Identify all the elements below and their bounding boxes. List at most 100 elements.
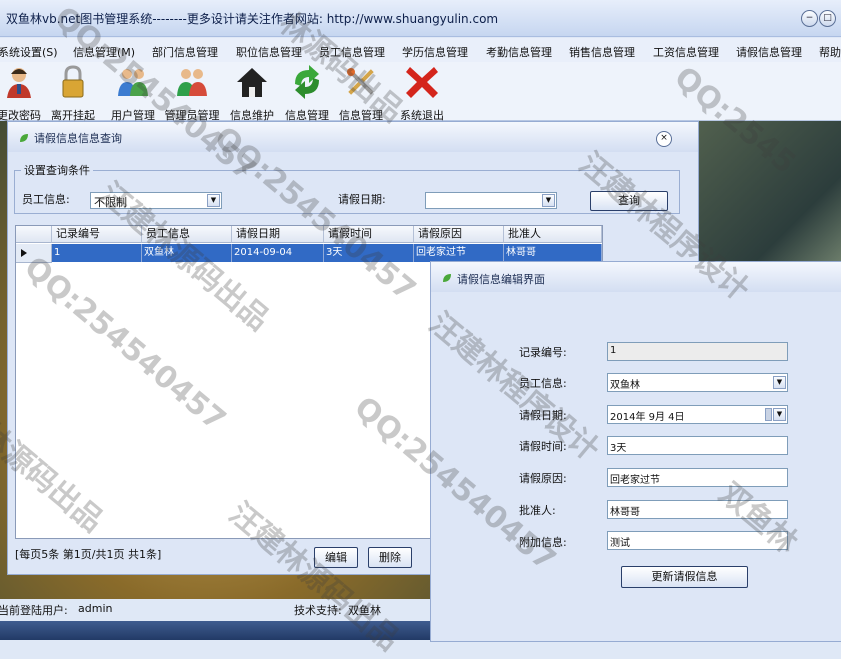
employee-value: 双鱼林: [610, 380, 640, 391]
leave-edit-window: 请假信息编辑界面 记录编号: 1 员工信息: 双鱼林 ▼ 请假日期: 2014年…: [430, 261, 841, 642]
extra-info-label: 附加信息:: [519, 536, 567, 549]
row-selector[interactable]: [16, 244, 52, 263]
current-user-label: 当前登陆用户:: [0, 604, 68, 617]
info-management-button-1[interactable]: 信息管理: [283, 64, 331, 123]
leave-date-filter-label: 请假日期:: [338, 193, 386, 206]
employee-filter-label: 员工信息:: [22, 193, 70, 206]
taskbar-strip: [0, 621, 430, 640]
leave-date-picker[interactable]: 2014年 9月 4日 ▼: [607, 405, 788, 424]
record-id-field: 1: [607, 342, 788, 361]
change-password-button[interactable]: 更改密码: [0, 64, 42, 123]
support-label: 技术支持:: [294, 604, 342, 617]
title-bar: 双鱼林vb.net图书管理系统--------更多设计请关注作者网站: http…: [0, 0, 841, 37]
window-title: 请假信息编辑界面: [457, 273, 545, 286]
menu-sales[interactable]: 销售信息管理: [569, 44, 635, 60]
users-icon: [118, 69, 148, 96]
chevron-down-icon[interactable]: ▼: [773, 408, 786, 421]
approver-field[interactable]: 林哥哥: [607, 500, 788, 519]
lock-icon: [62, 65, 84, 98]
leave-duration-value: 3天: [610, 443, 627, 454]
column-header[interactable]: 请假原因: [414, 226, 504, 243]
tools-icon: [347, 68, 374, 95]
table-cell[interactable]: 双鱼林: [142, 244, 232, 262]
window-header: 请假信息编辑界面: [431, 262, 841, 292]
employee-filter-select[interactable]: 不限制 ▼: [90, 192, 222, 209]
column-header[interactable]: 请假日期: [232, 226, 324, 243]
menu-salary[interactable]: 工资信息管理: [653, 44, 719, 60]
table-cell[interactable]: 回老家过节: [414, 244, 504, 262]
support-value: 双鱼林: [348, 604, 381, 617]
employee-select[interactable]: 双鱼林 ▼: [607, 373, 788, 392]
admin-management-button[interactable]: 管理员管理: [164, 64, 220, 123]
date-checkbox-icon[interactable]: [765, 408, 772, 421]
menu-leave[interactable]: 请假信息管理: [736, 44, 802, 60]
menu-info-management[interactable]: 信息管理(M): [73, 44, 135, 60]
leave-reason-label: 请假原因:: [519, 472, 567, 485]
record-id-label: 记录编号:: [519, 346, 567, 359]
menu-department[interactable]: 部门信息管理: [152, 44, 218, 60]
info-management-button-2[interactable]: 信息管理: [337, 64, 385, 123]
approver-label: 批准人:: [519, 504, 556, 517]
leaf-icon: [20, 134, 28, 142]
table-cell[interactable]: 3天: [324, 244, 414, 262]
pager-text: [每页5条 第1页/共1页 共1条]: [15, 548, 162, 561]
table-cell[interactable]: 林哥哥: [504, 244, 602, 262]
column-header[interactable]: 员工信息: [142, 226, 232, 243]
admins-icon: [177, 69, 207, 96]
table-cell[interactable]: 1: [52, 244, 142, 262]
leaf-icon: [443, 274, 451, 282]
query-button[interactable]: 查询: [590, 191, 668, 211]
current-user-value: admin: [78, 602, 113, 615]
table-cell[interactable]: 2014-09-04: [232, 244, 324, 262]
lock-suspend-button[interactable]: 离开挂起: [50, 64, 96, 123]
desktop-background-right: [698, 121, 841, 261]
edit-button[interactable]: 编辑: [314, 547, 358, 568]
user-management-button[interactable]: 用户管理: [108, 64, 158, 123]
approver-value: 林哥哥: [610, 507, 640, 518]
chevron-down-icon[interactable]: ▼: [542, 194, 555, 207]
leave-date-label: 请假日期:: [519, 409, 567, 422]
column-header[interactable]: 记录编号: [52, 226, 142, 243]
menu-employee[interactable]: 员工信息管理: [319, 44, 385, 60]
chevron-down-icon[interactable]: ▼: [207, 194, 220, 207]
employee-label: 员工信息:: [519, 377, 567, 390]
update-leave-button[interactable]: 更新请假信息: [621, 566, 748, 588]
toolbar: 更改密码 离开挂起 用户管理 管理员管理 信息维护 信息管理 信息管理 系统退出: [0, 62, 841, 123]
info-maintenance-button[interactable]: 信息维护: [228, 64, 276, 123]
menu-attendance[interactable]: 考勤信息管理: [486, 44, 552, 60]
menu-help[interactable]: 帮助: [819, 44, 841, 60]
exit-system-button[interactable]: 系统退出: [398, 64, 446, 123]
window-title: 请假信息信息查询: [34, 132, 122, 145]
user-key-icon: [7, 68, 31, 98]
leave-duration-label: 请假时间:: [519, 440, 567, 453]
employee-filter-value: 不限制: [94, 196, 127, 209]
minimize-button[interactable]: −: [801, 10, 818, 27]
chevron-down-icon[interactable]: ▼: [773, 376, 786, 389]
home-icon: [237, 68, 267, 97]
leave-date-filter-select[interactable]: ▼: [425, 192, 557, 209]
menu-education[interactable]: 学历信息管理: [402, 44, 468, 60]
leave-reason-field[interactable]: 回老家过节: [607, 468, 788, 487]
menu-position[interactable]: 职位信息管理: [236, 44, 302, 60]
menu-system-settings[interactable]: 系统设置(S): [0, 44, 58, 60]
extra-info-field[interactable]: 测试: [607, 531, 788, 550]
maximize-button[interactable]: □: [819, 10, 836, 27]
window-header: 请假信息信息查询 ×: [8, 122, 698, 152]
close-icon[interactable]: ×: [656, 131, 672, 147]
conditions-legend: 设置查询条件: [24, 164, 90, 177]
extra-info-value: 测试: [610, 538, 630, 549]
leave-reason-value: 回老家过节: [610, 475, 660, 486]
record-id-value: 1: [610, 345, 617, 356]
leave-duration-field[interactable]: 3天: [607, 436, 788, 455]
leave-date-value: 2014年 9月 4日: [610, 412, 685, 423]
app-title: 双鱼林vb.net图书管理系统--------更多设计请关注作者网站: http…: [6, 12, 499, 26]
delete-button[interactable]: 删除: [368, 547, 412, 568]
grid-corner: [16, 226, 52, 243]
row-pointer-icon: [21, 249, 27, 257]
refresh-arrow-icon: [295, 65, 319, 99]
exit-x-icon: [406, 67, 438, 98]
status-bar: 当前登陆用户: admin 技术支持: 双鱼林: [0, 599, 430, 621]
menu-bar: 系统设置(S) 信息管理(M) 部门信息管理 职位信息管理 员工信息管理 学历信…: [0, 38, 841, 62]
column-header[interactable]: 请假时间: [324, 226, 414, 243]
column-header[interactable]: 批准人: [504, 226, 602, 243]
